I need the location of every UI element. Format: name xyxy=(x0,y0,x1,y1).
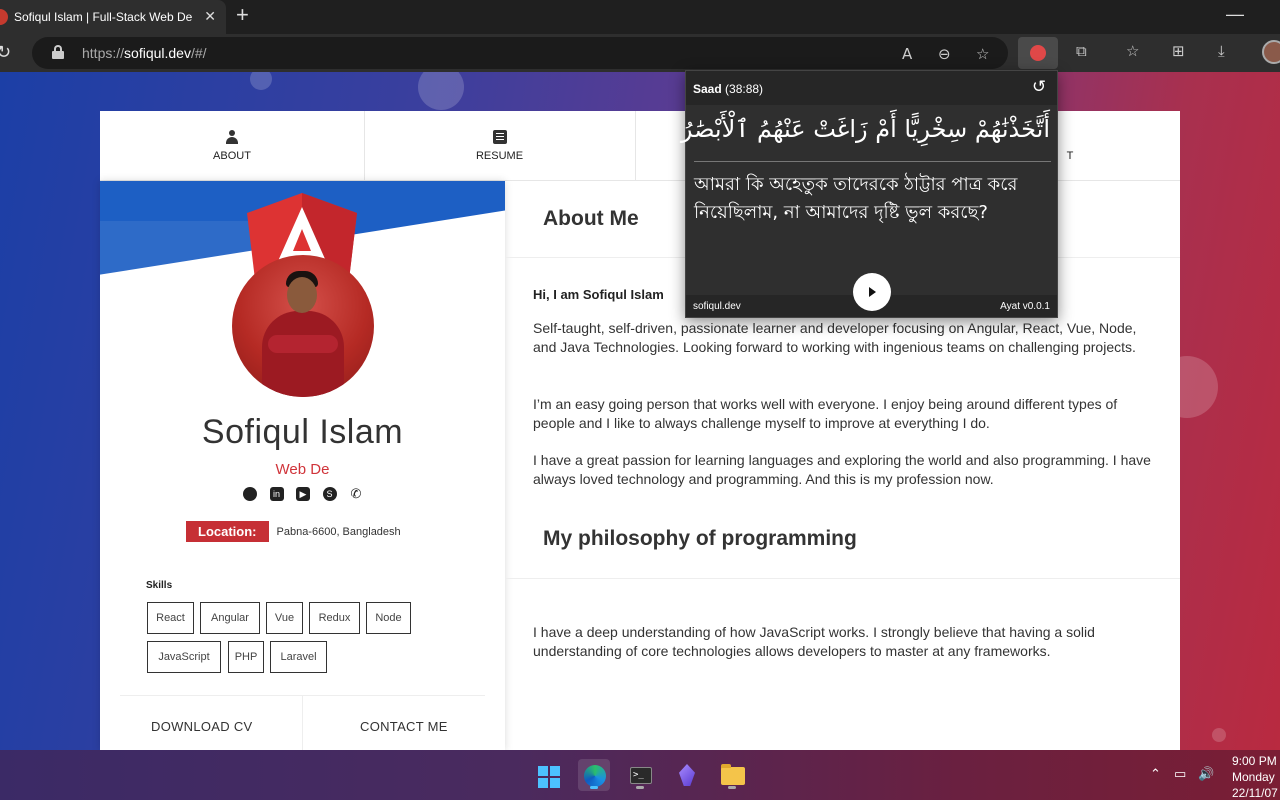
windows-start-icon[interactable] xyxy=(538,766,560,788)
chevron-up-icon[interactable]: ⌃ xyxy=(1150,767,1161,782)
background-bubble xyxy=(1212,728,1226,742)
terminal-icon: >_ xyxy=(630,767,652,784)
edge-taskbar-button[interactable] xyxy=(578,759,610,791)
download-cv-button[interactable]: DOWNLOAD CV xyxy=(151,719,253,734)
tab-strip: Sofiqul Islam | Full-Stack Web De ✕ + — xyxy=(0,0,1280,34)
linkedin-icon[interactable]: in xyxy=(269,487,284,501)
profile-button-divider xyxy=(302,695,303,750)
profile-role: Web De xyxy=(275,461,330,478)
favorite-add-icon[interactable]: ☆ xyxy=(976,45,989,63)
extensions-icon[interactable]: ⧉ xyxy=(1076,42,1087,60)
tab-title: Sofiqul Islam | Full-Stack Web De xyxy=(14,10,193,24)
skill-chip: Vue xyxy=(266,602,303,634)
play-audio-button[interactable] xyxy=(853,273,891,311)
about-paragraph: I have a great passion for learning lang… xyxy=(533,452,1151,487)
skill-chip: Redux xyxy=(309,602,360,634)
window-minimize-button[interactable]: — xyxy=(1226,4,1244,25)
read-aloud-icon[interactable]: A xyxy=(902,45,912,63)
skill-chip: PHP xyxy=(228,641,264,673)
running-indicator xyxy=(636,786,644,789)
section-divider xyxy=(505,578,1180,579)
contact-me-button[interactable]: CONTACT ME xyxy=(360,719,448,734)
system-clock[interactable]: 9:00 PM Monday 22/11/07 xyxy=(1232,753,1278,800)
obsidian-taskbar-button[interactable] xyxy=(670,759,702,791)
popup-footer-site[interactable]: sofiqul.dev xyxy=(693,301,741,312)
philosophy-paragraph: I have a deep understanding of how JavaS… xyxy=(533,624,1095,659)
collections-icon[interactable]: ⊞ xyxy=(1172,42,1185,60)
skill-chip: React xyxy=(147,602,194,634)
zoom-icon[interactable]: ⊖ xyxy=(938,45,951,63)
clock-day: Monday xyxy=(1232,770,1275,784)
obsidian-icon xyxy=(679,764,695,786)
ayat-popup: Saad (38:88) ↺ أَتَّخَذْنَٰهُمْ سِخْرِيً… xyxy=(680,70,1058,318)
about-paragraph: Self-taught, self-driven, passionate lea… xyxy=(533,320,1137,355)
network-icon[interactable]: ▭ xyxy=(1174,767,1186,782)
folder-icon xyxy=(721,764,745,785)
profile-name: Sofiqul Islam xyxy=(201,413,404,451)
nav-about-label: ABOUT xyxy=(213,150,251,162)
skill-chip: Node xyxy=(366,602,411,634)
lock-icon[interactable] xyxy=(52,45,64,59)
browser-tab[interactable]: Sofiqul Islam | Full-Stack Web De ✕ xyxy=(0,0,226,34)
address-bar[interactable]: https://sofiqul.dev/#/ A ⊖ ☆ xyxy=(32,37,1008,69)
browser-toolbar: ↻ https://sofiqul.dev/#/ A ⊖ ☆ ⧉ ☆ ⊞ ⤓ xyxy=(0,34,1280,72)
about-paragraph: I’m an easy going person that works well… xyxy=(533,396,1118,431)
resume-icon xyxy=(492,130,507,144)
new-tab-button[interactable]: + xyxy=(236,4,249,26)
volume-icon[interactable]: 🔊 xyxy=(1198,767,1214,782)
background-bubble xyxy=(418,72,464,110)
profile-photo xyxy=(232,255,374,397)
skill-chip: Laravel xyxy=(270,641,327,673)
refresh-icon[interactable]: ↺ xyxy=(1032,77,1046,97)
skill-chip: JavaScript xyxy=(147,641,221,673)
nav-resume[interactable]: RESUME xyxy=(364,111,635,181)
clock-time: 9:00 PM xyxy=(1232,754,1277,768)
github-icon[interactable] xyxy=(243,487,257,501)
nav-resume-label: RESUME xyxy=(475,150,524,162)
skill-chip: Angular xyxy=(200,602,260,634)
location: Location: Pabna-6600, Bangladesh xyxy=(186,521,401,542)
verse-translation: আমরা কি অহেতুক তাদেরকে ঠাট্টার পাত্র করে… xyxy=(694,174,1018,223)
active-indicator xyxy=(590,786,598,789)
profile-panel: Sofiqul Islam Web De in ▶ S ✆ Location: … xyxy=(100,181,505,750)
nav-divider xyxy=(635,111,636,181)
nav-about[interactable]: ABOUT xyxy=(100,111,364,181)
url-text[interactable]: https://sofiqul.dev/#/ xyxy=(82,45,207,61)
surah-title: Saad (38:88) xyxy=(693,82,764,96)
philosophy-heading: My philosophy of programming xyxy=(543,527,857,550)
downloads-icon[interactable]: ⤓ xyxy=(1218,42,1225,60)
clock-date: 22/11/07 xyxy=(1232,786,1278,800)
skype-icon[interactable]: S xyxy=(322,487,337,501)
site-favicon-icon xyxy=(0,9,8,25)
popup-divider xyxy=(694,161,1051,162)
phone-icon[interactable]: ✆ xyxy=(349,487,363,501)
skills-title: Skills xyxy=(146,580,173,591)
edge-icon xyxy=(584,765,606,787)
running-indicator xyxy=(728,786,736,789)
about-heading: About Me xyxy=(543,207,639,230)
file-explorer-taskbar-button[interactable] xyxy=(716,759,748,791)
tab-close-icon[interactable]: ✕ xyxy=(204,8,216,25)
social-links: in ▶ S ✆ xyxy=(243,487,363,503)
terminal-taskbar-button[interactable]: >_ xyxy=(624,759,656,791)
ayat-extension-icon xyxy=(1030,45,1046,61)
page-viewport: ABOUT RESUME T Sofiqul Islam Web De in ▶… xyxy=(0,72,1280,750)
reload-icon[interactable]: ↻ xyxy=(0,42,11,63)
user-icon xyxy=(225,130,239,144)
youtube-icon[interactable]: ▶ xyxy=(296,487,310,501)
popup-header: Saad (38:88) ↺ xyxy=(686,71,1057,105)
windows-taskbar: >_ ⌃ ▭ 🔊 9:00 PM Monday 22/11/07 xyxy=(0,750,1280,800)
about-greeting: Hi, I am Sofiqul Islam xyxy=(533,287,664,302)
arabic-verse: أَتَّخَذْنَٰهُمْ سِخْرِيًّا أَمْ زَاغَتْ… xyxy=(680,115,1050,143)
location-value: Pabna-6600, Bangladesh xyxy=(276,525,401,538)
profile-avatar[interactable] xyxy=(1262,40,1280,64)
location-label: Location: xyxy=(186,521,269,542)
background-bubble xyxy=(250,72,272,90)
nav-contact-label: T xyxy=(1066,150,1074,162)
favorites-icon[interactable]: ☆ xyxy=(1126,42,1139,60)
popup-version: Ayat v0.0.1 xyxy=(1000,301,1050,312)
ayat-extension-button[interactable] xyxy=(1018,37,1058,69)
